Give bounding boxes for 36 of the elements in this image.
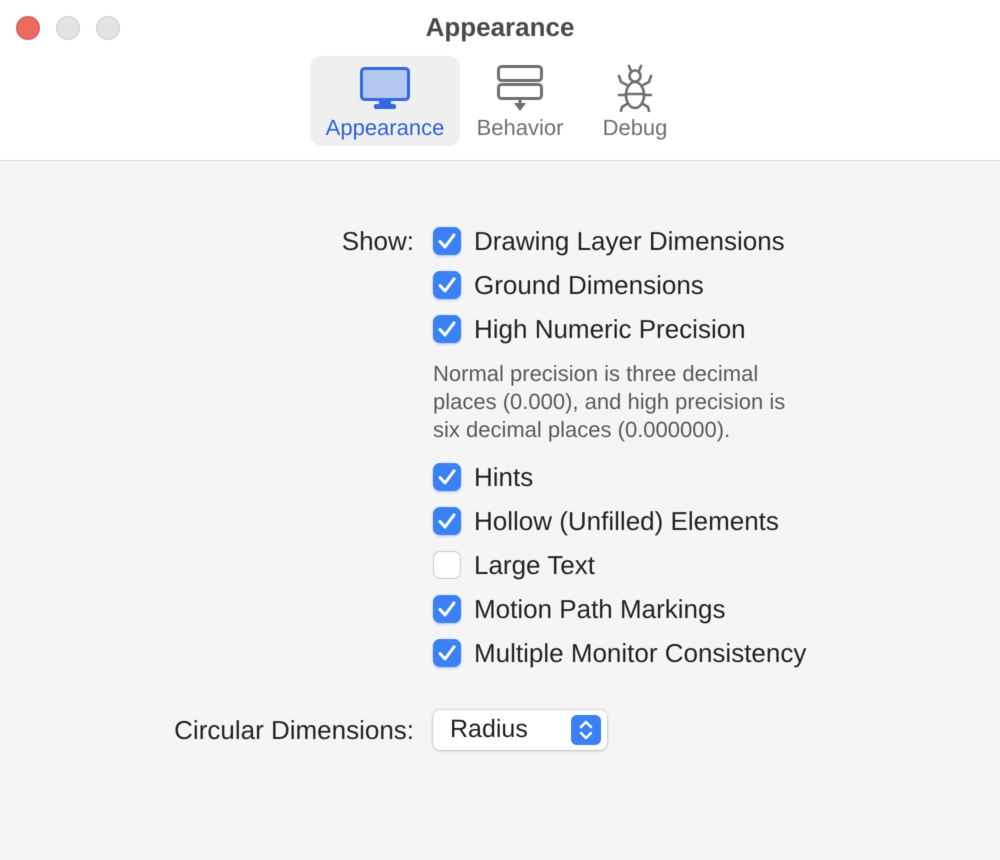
bug-icon [617,64,653,112]
show-label: Show: [342,224,414,258]
stacked-boxes-arrow-icon [497,65,543,111]
checkmark-icon [438,277,456,293]
note-text: Normal precision is three decimal places (0.000), and high precision is six decimal places (0.000000). [433,360,786,444]
checkbox[interactable] [433,595,461,623]
monitor-icon [360,67,410,109]
checkbox-label: Hollow (Unfilled) Elements [474,506,779,536]
checkbox[interactable] [433,507,461,535]
checkbox-label: Large Text [474,550,595,580]
checkbox-label: Drawing Layer Dimensions [474,226,785,256]
checkbox[interactable] [433,639,461,667]
checkbox[interactable] [433,271,461,299]
checkmark-icon [438,513,456,529]
checkbox-label: Ground Dimensions [474,270,704,300]
checkmark-icon [438,233,456,249]
circular-dimensions-label: Circular Dimensions: [174,714,414,746]
checkbox[interactable] [433,463,461,491]
checkmark-icon [438,321,456,337]
toolbar-tab[interactable]: Behavior [460,56,580,146]
checkbox[interactable] [433,315,461,343]
checkbox-label: Motion Path Markings [474,594,726,624]
checkbox[interactable] [433,227,461,255]
checkmark-icon [438,469,456,485]
checkbox-label: Hints [474,462,534,492]
checkbox-label: Multiple Monitor Consistency [474,638,806,668]
checkbox[interactable] [433,551,461,579]
toolbar-tab[interactable]: Appearance [310,56,460,146]
stepper-arrows-icon [571,715,601,745]
window-title: Appearance [426,11,574,43]
checkmark-icon [438,645,456,661]
checkmark-icon [438,601,456,617]
checkbox-label: High Numeric Precision [474,314,746,344]
window-close-button[interactable] [16,16,40,40]
toolbar-tab[interactable]: Debug [580,56,690,146]
popup-button[interactable]: Radius [433,710,607,750]
